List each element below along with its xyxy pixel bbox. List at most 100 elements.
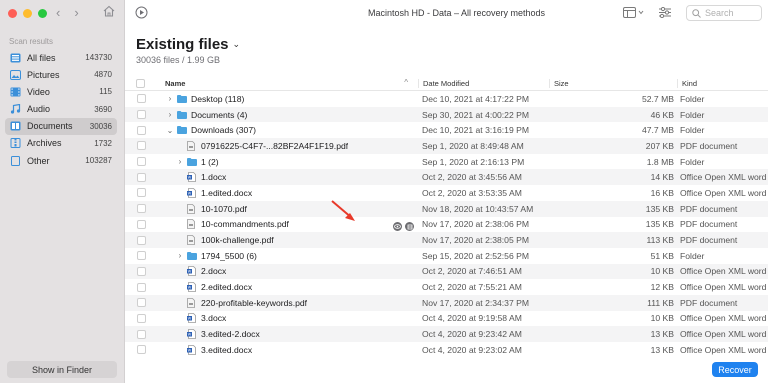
forward-icon[interactable]: › (74, 5, 78, 20)
row-checkbox[interactable] (137, 219, 146, 229)
column-name[interactable]: Name ^ (165, 77, 418, 88)
window-controls (8, 9, 47, 18)
table-row[interactable]: W 2.edited.docx Oct 2, 2020 at 7:55:21 AM 1… (125, 279, 768, 295)
table-row[interactable]: W 1.edited.docx Oct 2, 2020 at 3:53:35 AM 1… (125, 185, 768, 201)
pictures-icon (10, 69, 21, 80)
sidebar-item-label: Other (27, 155, 50, 166)
size-cell: 47.7 MB (641, 125, 674, 136)
search-icon (692, 8, 701, 18)
recover-file-icon[interactable] (405, 222, 414, 232)
page-title[interactable]: Existing files ⌄ (136, 36, 240, 53)
table-row[interactable]: W 3.edited-2.docx Oct 4, 2020 at 9:23:42 A… (125, 326, 768, 342)
row-checkbox[interactable] (137, 172, 146, 182)
sidebar-header: Scan results (9, 37, 54, 46)
table-row[interactable]: W 1.docx Oct 2, 2020 at 3:45:56 AM 14 KB Off… (125, 169, 768, 186)
folder-icon (177, 126, 187, 135)
sidebar-item-audio[interactable]: Audio 3690 (5, 101, 117, 118)
row-checkbox[interactable] (137, 94, 146, 104)
name-cell: W 2.edited.docx (165, 282, 418, 292)
word-document-icon: W (187, 282, 197, 292)
table-row[interactable]: › Documents (4) Sep 30, 2021 at 4:00:22 PM… (125, 106, 768, 123)
kind-cell: Office Open XML word proce... (680, 187, 768, 198)
table-row[interactable]: 100k-challenge.pdf Nov 17, 2020 at 2:38:0… (125, 232, 768, 248)
kind-cell: Office Open XML word proce... (680, 313, 768, 324)
chevron-down-icon[interactable]: ⌄ (233, 39, 241, 50)
table-row[interactable]: › 1 (2) Sep 1, 2020 at 2:16:13 PM 1.8 MB Fol… (125, 154, 768, 170)
kind-cell: PDF document (680, 297, 738, 308)
table-row[interactable]: 220-profitable-keywords.pdf Nov 17, 2020 … (125, 294, 768, 311)
row-checkbox[interactable] (137, 266, 146, 276)
disclosure-icon[interactable]: › (165, 94, 175, 103)
row-checkbox[interactable] (137, 125, 146, 135)
kind-cell: PDF document (680, 203, 738, 214)
annotation-arrow-icon (331, 200, 355, 221)
sidebar-item-video[interactable]: Video 115 (5, 83, 117, 100)
sidebar-item-archives[interactable]: Archives 1732 (5, 135, 117, 152)
sort-ascending-icon: ^ (404, 77, 408, 87)
row-checkbox[interactable] (137, 157, 146, 167)
row-checkbox[interactable] (137, 188, 146, 198)
row-checkbox[interactable] (137, 204, 146, 214)
row-checkbox[interactable] (137, 141, 146, 151)
file-name: 220-profitable-keywords.pdf (201, 297, 308, 308)
header-select-all[interactable] (125, 78, 165, 88)
sidebar-item-count: 103287 (85, 156, 112, 166)
table-body: › Desktop (118) Dec 10, 2021 at 4:17:22 PM… (125, 91, 768, 358)
table-row[interactable]: W 2.docx Oct 2, 2020 at 7:46:51 AM 10 KB Off… (125, 263, 768, 280)
minimize-window-button[interactable] (23, 9, 32, 18)
table-row[interactable]: 10-commandments.pdf Nov 17, 2020 at 2:38:… (125, 217, 768, 233)
filter-icon[interactable] (659, 7, 671, 18)
table-row[interactable]: 10-1070.pdf Nov 18, 2020 at 10:43:57 AM 13… (125, 200, 768, 217)
size-cell: 111 KB (647, 297, 674, 308)
sidebar-item-other[interactable]: Other 103287 (5, 152, 117, 169)
table-row[interactable]: 07916225-C4F7-...82BF2A4F1F19.pdf Sep 1, … (125, 138, 768, 154)
row-checkbox[interactable] (137, 282, 146, 292)
sidebar-item-all-files[interactable]: All files 143730 (5, 49, 117, 66)
home-icon[interactable] (102, 4, 116, 18)
video-icon (10, 87, 21, 97)
row-checkbox[interactable] (137, 251, 146, 261)
disclosure-icon[interactable]: › (165, 110, 175, 119)
row-checkbox[interactable] (137, 235, 146, 245)
table-header: Name ^ Date Modified Size Kind (125, 76, 768, 91)
close-window-button[interactable] (8, 9, 17, 18)
word-document-icon: W (187, 266, 197, 277)
table-row[interactable]: ⌄ Downloads (307) Dec 10, 2021 at 3:16:19 … (125, 122, 768, 138)
row-checkbox[interactable] (137, 298, 146, 308)
column-date[interactable]: Date Modified (418, 78, 549, 88)
sidebar-item-documents[interactable]: Documents 30036 (5, 117, 117, 135)
view-options-icon[interactable] (623, 7, 645, 18)
file-name: 10-1070.pdf (201, 203, 247, 214)
row-checkbox[interactable] (137, 329, 146, 339)
svg-text:W: W (188, 176, 192, 180)
app-window: ‹ › Scan results All files 143730 Pictures… (0, 0, 768, 383)
sidebar-item-pictures[interactable]: Pictures 4870 (5, 66, 117, 83)
disclosure-icon[interactable]: › (175, 157, 185, 166)
disclosure-icon[interactable]: › (175, 251, 185, 260)
preview-eye-icon[interactable] (393, 222, 402, 232)
back-icon[interactable]: ‹ (56, 5, 60, 20)
date-cell: Oct 2, 2020 at 7:55:21 AM (422, 282, 522, 293)
search-input[interactable] (705, 8, 761, 18)
table-row[interactable]: W 3.docx Oct 4, 2020 at 9:19:58 AM 10 KB Off… (125, 311, 768, 327)
size-cell: 10 KB (650, 266, 674, 277)
zoom-window-button[interactable] (38, 9, 47, 18)
svg-text:W: W (188, 348, 192, 352)
table-row[interactable]: › Desktop (118) Dec 10, 2021 at 4:17:22 PM… (125, 91, 768, 107)
svg-text:W: W (188, 270, 192, 274)
date-cell: Dec 10, 2021 at 3:16:19 PM (422, 125, 530, 136)
recover-button[interactable]: Recover (712, 362, 758, 377)
search-field[interactable] (686, 5, 762, 21)
date-cell: Oct 4, 2020 at 9:19:58 AM (422, 313, 522, 324)
row-checkbox[interactable] (137, 345, 146, 355)
column-size[interactable]: Size (549, 78, 677, 88)
show-in-finder-button[interactable]: Show in Finder (7, 361, 117, 378)
row-checkbox[interactable] (137, 313, 146, 323)
disclosure-icon[interactable]: ⌄ (165, 126, 175, 135)
select-all-checkbox[interactable] (136, 78, 145, 88)
column-kind[interactable]: Kind (677, 78, 768, 88)
row-checkbox[interactable] (137, 110, 146, 120)
table-row[interactable]: › 1794_5500 (6) Sep 15, 2020 at 2:52:56 PM… (125, 248, 768, 264)
size-cell: 14 KB (650, 172, 674, 183)
table-row[interactable]: W 3.edited.docx Oct 4, 2020 at 9:23:02 AM 1… (125, 342, 768, 358)
